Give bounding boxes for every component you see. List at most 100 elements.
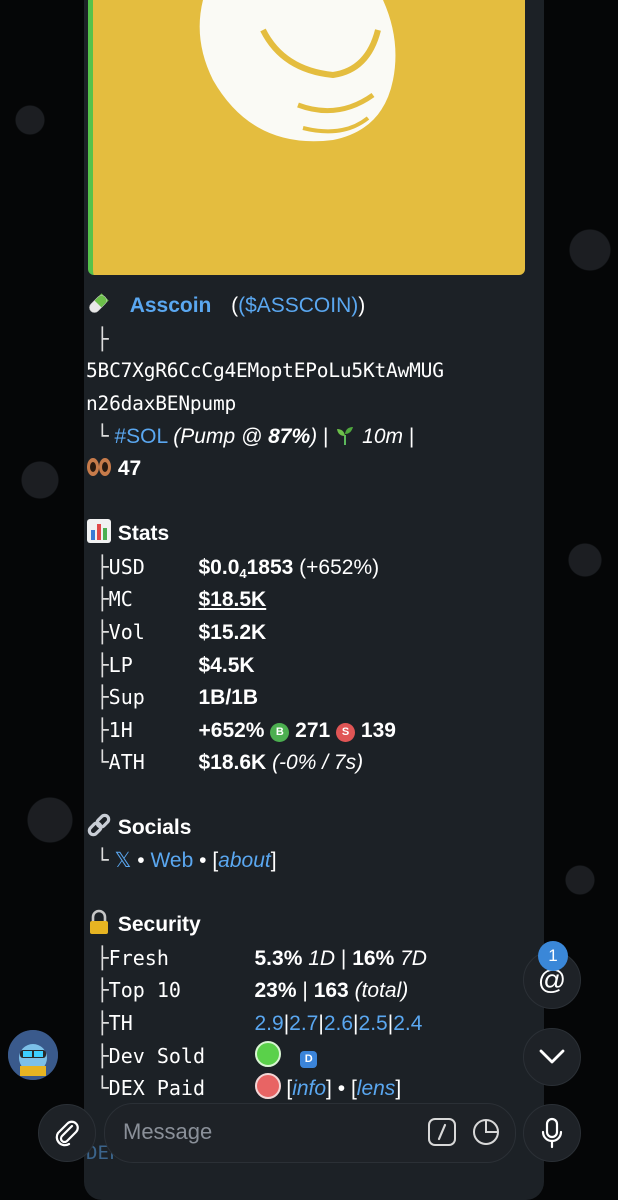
stat-label: USD [108,554,145,579]
tree-branch-glyph: ├ [96,685,109,710]
usd-price-zeros: 4 [239,565,247,581]
stats-title: Stats [117,522,170,546]
tree-branch-glyph: ├ [96,945,109,970]
stat-row-ath: └ATH $18.6K (-0% / 7s) [86,746,536,779]
command-icon[interactable] [427,1117,457,1147]
voice-record-button[interactable] [523,1104,581,1162]
chain-tag[interactable]: #SOL [115,425,168,448]
stat-row-lp: ├LP $4.5K [86,649,536,682]
link-icon [87,813,111,836]
red-circle-icon [254,1073,281,1100]
top-holder-link[interactable]: 2.7 [289,1012,318,1035]
chain-row: └ #SOL (Pump @ 87%) | 10m | [86,420,536,453]
volume-value: $15.2K [198,620,267,644]
sender-avatar[interactable] [8,1030,58,1080]
supply-value: 1B/1B [198,686,259,710]
lock-icon [90,909,108,935]
mention-count-badge: 1 [538,941,568,971]
top-holder-link[interactable]: 2.5 [359,1012,388,1035]
stat-row-mc: ├MC $18.5K [86,583,536,616]
token-address-line1[interactable]: 5BC7XgR6CcCg4EMoptEPoLu5KtAwMUG [86,355,536,388]
tree-end-glyph: └ [96,848,109,873]
usd-price: $0.041853 [198,555,294,581]
tree-branch-glyph: ├ [96,717,109,742]
x-link[interactable]: 𝕏 [115,849,132,872]
security-label: TH [108,1011,133,1036]
security-label: Top 10 [108,978,181,1003]
one-hour-change: +652% [198,718,265,742]
message-input[interactable]: Message [104,1103,516,1163]
token-image[interactable] [88,0,525,275]
pill-icon [89,293,109,313]
chevron-down-icon [539,1049,565,1064]
security-label: Fresh [108,945,169,970]
sticker-icon[interactable] [471,1117,501,1147]
holders-count: 47 [117,456,142,480]
web-link[interactable]: Web [150,849,193,872]
address-tree-row: ├ [86,323,536,356]
scroll-down-button[interactable] [523,1028,581,1086]
security-row-fresh: ├Fresh 5.3% 1D | 16% 7D [86,942,536,975]
separator: | [322,425,329,449]
ath-value: $18.6K [198,751,267,775]
paperclip-icon [55,1120,79,1147]
tree-branch-glyph: ├ [96,652,109,677]
stats-header: Stats [86,518,536,551]
tree-end-glyph: └ [96,1076,109,1101]
fresh-1d-unit: 1D [308,946,336,970]
token-age: 10m [362,425,403,449]
fresh-7d-unit: 7D [400,946,427,970]
socials-header: Socials [86,812,536,845]
attach-button[interactable] [38,1104,96,1162]
bar-chart-icon [87,519,111,544]
security-row-dexpaid: └DEX Paid [info] • [lens] [86,1072,536,1105]
token-address-line2[interactable]: n26daxBENpump [86,388,536,421]
security-row-top10: ├Top 10 23% | 163 (total) [86,974,536,1007]
microphone-icon [541,1117,563,1149]
stat-row-usd: ├USD $0.041853 (+652%) [86,551,536,584]
top-holder-link[interactable]: 2.9 [255,1012,284,1035]
tree-branch-glyph: ├ [96,1011,109,1036]
top10-total: 163 [313,979,349,1003]
message-placeholder: Message [123,1119,213,1144]
pump-suffix: ) [310,425,318,449]
stat-label: Sup [108,685,145,710]
about-link[interactable]: about [218,849,271,872]
seedling-icon [337,427,354,446]
top-holder-link[interactable]: 2.6 [324,1012,353,1035]
security-header: Security [86,909,536,942]
tree-branch-glyph: ├ [96,978,109,1003]
token-message: Asscoin (($ASSCOIN)) ├ 5BC7XgR6CcCg4EMop… [86,290,536,1105]
token-ticker: (($ASSCOIN)) [231,294,366,317]
security-label: DEX Paid [108,1076,205,1101]
sell-icon: S [336,722,356,742]
pump-pct: 87% [268,425,311,449]
tree-branch-glyph: ├ [96,326,109,351]
dev-badge-icon[interactable]: D [300,1050,318,1068]
token-name-link[interactable]: Asscoin [130,294,212,317]
market-cap-link[interactable]: $18.5K [199,588,267,611]
bullet: • [137,849,145,873]
lens-link[interactable]: lens [357,1077,396,1100]
top-holder-link[interactable]: 2.4 [393,1012,422,1035]
tree-branch-glyph: ├ [96,619,109,644]
ticker-link[interactable]: ($ASSCOIN) [238,294,358,317]
stat-label: 1H [108,717,133,742]
stat-label: Vol [108,619,145,644]
usd-change: (+652%) [299,555,380,579]
tree-end-glyph: └ [96,750,109,775]
usd-price-digits: 1853 [246,555,294,579]
tree-end-glyph: └ [96,424,109,449]
lp-value: $4.5K [198,653,255,677]
buy-count: 271 [295,718,331,742]
usd-price-main: $0.0 [198,555,240,579]
tree-branch-glyph: ├ [96,587,109,612]
info-link[interactable]: info [292,1077,326,1100]
tree-branch-glyph: ├ [96,1043,109,1068]
security-row-devsold: ├Dev Sold D [86,1040,536,1073]
separator: | [340,946,347,970]
security-label: Dev Sold [108,1043,205,1068]
security-title: Security [117,913,201,937]
bullet: • [337,1077,346,1101]
stat-label: ATH [108,750,145,775]
